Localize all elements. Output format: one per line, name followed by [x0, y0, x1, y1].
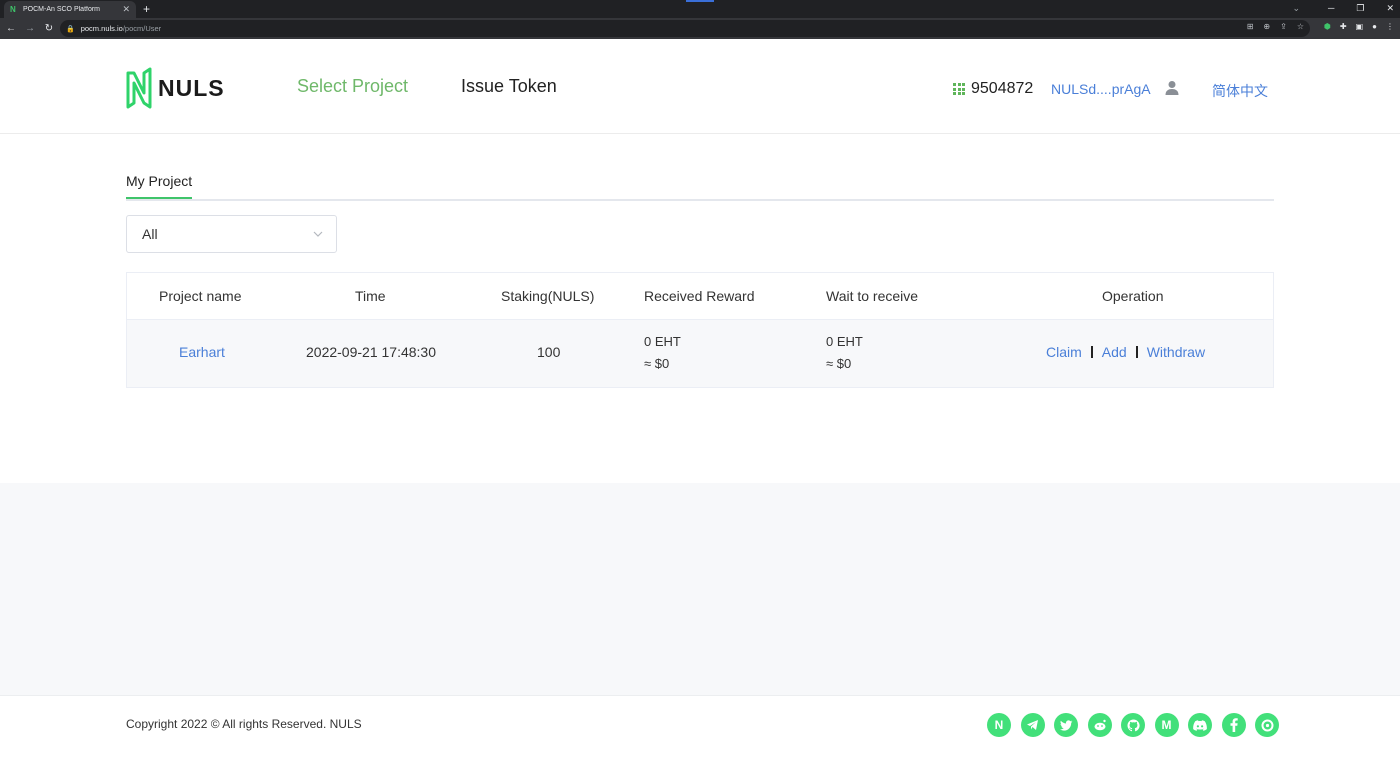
table-header: Project name Time Staking(NULS) Received… [127, 273, 1273, 320]
forward-icon[interactable]: → [22, 23, 38, 34]
zoom-icon[interactable]: ⊕ [1263, 22, 1270, 31]
medium-icon[interactable]: M [1154, 713, 1179, 737]
project-filter-select[interactable]: All [126, 215, 337, 253]
lock-icon[interactable]: 🔒 [66, 25, 75, 33]
project-tabs: My Project [126, 173, 1274, 201]
profile-icon[interactable]: ● [1372, 22, 1377, 31]
new-tab-button[interactable]: + [143, 2, 150, 16]
favicon-icon: N [10, 4, 16, 14]
url-text: pocm.nuls.io/pocm/User [81, 24, 161, 33]
header-project-name: Project name [159, 288, 242, 304]
browser-menu-icon[interactable]: ⋮ [1386, 22, 1394, 31]
extension-icons: ⬢ ✚ ▣ ● ⋮ [1324, 22, 1394, 31]
bookmark-star-icon[interactable]: ☆ [1297, 22, 1304, 31]
row-staking: 100 [537, 344, 561, 360]
close-window-button[interactable]: ✕ [1386, 2, 1394, 14]
balance-grid-icon [953, 83, 965, 95]
language-switch[interactable]: 简体中文 [1212, 81, 1268, 101]
page-background-band [0, 483, 1400, 695]
address-bar[interactable]: 🔒 pocm.nuls.io/pocm/User ⊞ ⊕ ⇪ ☆ [60, 20, 1310, 37]
nuls-balance: 9504872 [953, 80, 1033, 98]
tabbar-indicator [686, 0, 714, 2]
ops-divider [1090, 346, 1093, 358]
balance-value: 9504872 [971, 80, 1034, 97]
copyright-text: Copyright 2022 © All rights Reserved. NU… [126, 717, 362, 731]
window-controls: ⌄ ─ ❐ ✕ [1292, 2, 1394, 14]
twitter-icon[interactable] [1054, 713, 1078, 737]
header-time: Time [355, 288, 386, 304]
nuls-logo[interactable]: NULS [126, 67, 225, 109]
reddit-icon[interactable] [1087, 713, 1112, 737]
received-usd: ≈ $0 [644, 356, 670, 371]
nuls-icon[interactable]: N [987, 713, 1011, 737]
browser-tab[interactable]: N POCM-An SCO Platform ✕ [4, 1, 136, 18]
header-wait-to-receive: Wait to receive [826, 288, 919, 304]
telegram-icon[interactable] [1020, 713, 1045, 737]
share-icon[interactable]: ⇪ [1280, 22, 1287, 31]
nav-select-project[interactable]: Select Project [297, 76, 408, 97]
withdraw-button[interactable]: Withdraw [1147, 344, 1205, 360]
nuls-logo-icon [126, 67, 152, 109]
url-host: pocm.nuls.io [80, 24, 123, 33]
filter-value: All [142, 226, 158, 242]
chevron-down-icon [313, 231, 323, 237]
header-received-reward: Received Reward [644, 288, 755, 304]
facebook-icon[interactable] [1221, 713, 1246, 737]
browser-toolbar: ← → ↻ 🔒 pocm.nuls.io/pocm/User ⊞ ⊕ ⇪ ☆ ⬢… [0, 18, 1400, 39]
add-button[interactable]: Add [1102, 344, 1127, 360]
nav-issue-token[interactable]: Issue Token [461, 76, 557, 97]
wait-usd: ≈ $0 [826, 356, 852, 371]
url-path: /pocm/User [122, 24, 162, 33]
row-wait-to-receive: 0 EHT ≈ $0 [826, 331, 863, 375]
project-table: Project name Time Staking(NULS) Received… [126, 272, 1274, 388]
translate-icon[interactable]: ⊞ [1247, 22, 1254, 31]
table-row: Earhart 2022-09-21 17:48:30 100 0 EHT ≈ … [127, 320, 1273, 387]
row-received-reward: 0 EHT ≈ $0 [644, 331, 681, 375]
received-amount: 0 EHT [644, 334, 681, 349]
logo-text: NULS [158, 74, 225, 101]
side-panel-icon[interactable]: ▣ [1356, 22, 1364, 31]
github-icon[interactable] [1121, 713, 1145, 737]
wallet-address[interactable]: NULSd....prAgA [1051, 81, 1151, 97]
gitter-icon[interactable] [1255, 713, 1279, 737]
reload-icon[interactable]: ↻ [41, 23, 57, 34]
extensions-puzzle-icon[interactable]: ✚ [1340, 22, 1347, 31]
tab-my-project[interactable]: My Project [126, 173, 193, 199]
site-footer: Copyright 2022 © All rights Reserved. NU… [0, 695, 1400, 770]
claim-button[interactable]: Claim [1046, 344, 1082, 360]
omnibox-icons: ⊞ ⊕ ⇪ ☆ [1247, 22, 1304, 31]
row-operations: Claim Add Withdraw [1046, 344, 1205, 360]
nabox-extension-icon[interactable]: ⬢ [1324, 22, 1331, 31]
user-icon[interactable] [1164, 80, 1180, 96]
header-staking: Staking(NULS) [501, 288, 595, 304]
social-links: N M [987, 713, 1279, 737]
main-content: My Project All Project name Time Staking… [0, 135, 1400, 483]
site-header: NULS Select Project Issue Token 9504872 … [0, 39, 1400, 134]
row-time: 2022-09-21 17:48:30 [306, 344, 436, 360]
wait-amount: 0 EHT [826, 334, 863, 349]
restore-button[interactable]: ❐ [1356, 2, 1364, 14]
discord-icon[interactable] [1188, 713, 1212, 737]
tab-search-icon[interactable]: ⌄ [1292, 2, 1300, 14]
browser-tabbar: N POCM-An SCO Platform ✕ + ⌄ ─ ❐ ✕ [0, 0, 1400, 18]
ops-divider [1135, 346, 1138, 358]
tab-close-icon[interactable]: ✕ [122, 5, 130, 14]
project-name-link[interactable]: Earhart [179, 344, 225, 360]
back-icon[interactable]: ← [3, 23, 19, 34]
minimize-button[interactable]: ─ [1328, 2, 1334, 14]
tab-title: POCM-An SCO Platform [23, 6, 101, 13]
header-operation: Operation [1102, 288, 1164, 304]
